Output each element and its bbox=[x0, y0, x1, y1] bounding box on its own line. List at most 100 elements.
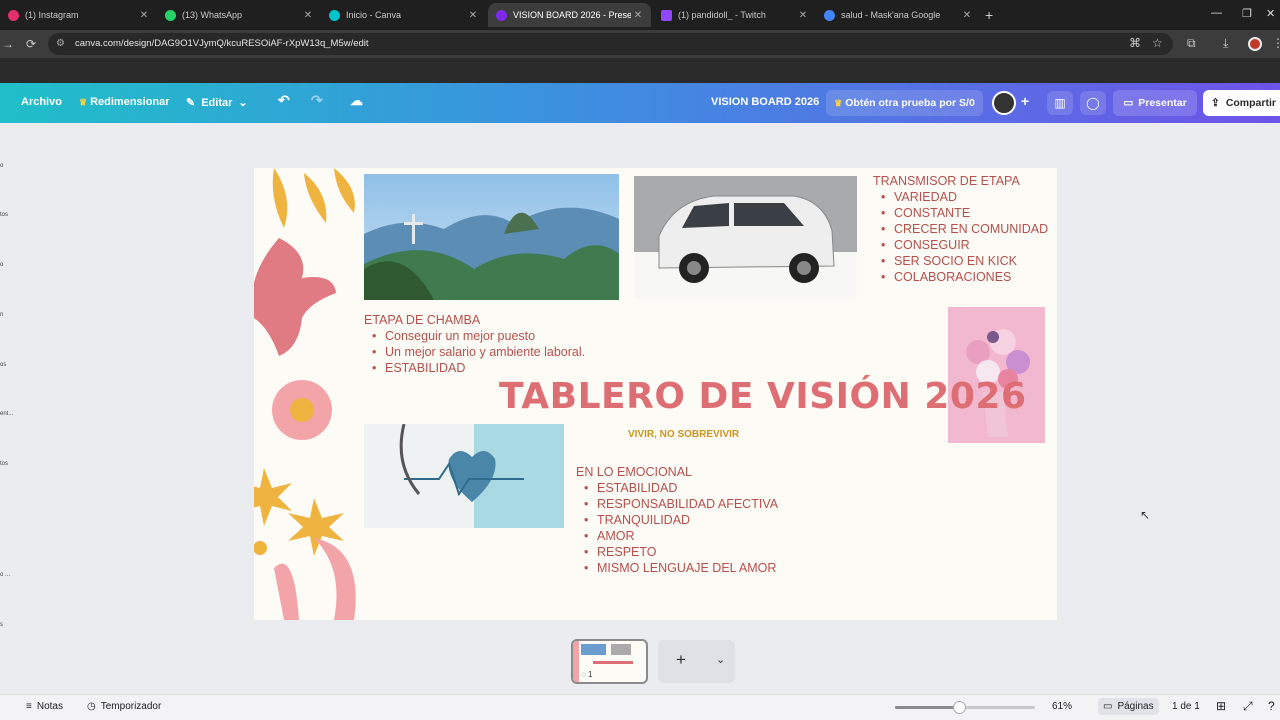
temporizador-label: Temporizador bbox=[100, 701, 162, 712]
slide-canvas[interactable]: TRANSMISOR DE ETAPA VARIEDAD CONSTANTE C… bbox=[254, 168, 1057, 620]
temporizador-button[interactable]: ◷ Temporizador bbox=[87, 701, 161, 712]
side-panel-label[interactable]: os bbox=[0, 362, 6, 368]
zoom-slider[interactable] bbox=[895, 701, 1035, 714]
side-panel-label[interactable]: o bbox=[0, 163, 3, 169]
browser-tab-bar: (1) Instagram ✕ (13) WhatsApp ✕ Inicio -… bbox=[0, 0, 1280, 30]
twitch-icon bbox=[661, 9, 672, 21]
notes-icon: ≡ bbox=[26, 701, 32, 712]
close-tab-icon[interactable]: ✕ bbox=[466, 10, 480, 21]
chevron-down-icon[interactable]: ⌄ bbox=[716, 653, 725, 666]
tab-vision-board[interactable]: VISION BOARD 2026 - Presenta ✕ bbox=[488, 3, 651, 27]
close-tab-icon[interactable]: ✕ bbox=[631, 10, 645, 21]
reload-icon[interactable]: ⟳ bbox=[26, 37, 36, 51]
share-button[interactable]: ⇪ Compartir bbox=[1203, 90, 1280, 116]
tab-instagram[interactable]: (1) Instagram ✕ bbox=[0, 3, 157, 27]
side-panel-label[interactable]: o bbox=[0, 262, 3, 268]
restore-icon[interactable]: ❐ bbox=[1242, 7, 1252, 20]
side-panel-label[interactable]: n bbox=[0, 312, 3, 318]
address-bar[interactable]: ⚙ canva.com/design/DAG9O1VJymQ/kcuRESOiA… bbox=[48, 33, 1173, 55]
comment-count-value: 1 bbox=[588, 670, 593, 679]
user-avatar[interactable] bbox=[992, 91, 1016, 115]
grid-view-icon[interactable]: ⊞ bbox=[1216, 699, 1226, 713]
share-icon: ⇪ bbox=[1211, 97, 1220, 109]
pages-icon: ▭ bbox=[1103, 701, 1113, 712]
browser-toolbar: → ⟳ ⚙ canva.com/design/DAG9O1VJymQ/kcuRE… bbox=[0, 30, 1280, 58]
list-item: CRECER EN COMUNIDAD bbox=[873, 221, 1057, 237]
tab-inicio-canva[interactable]: Inicio - Canva ✕ bbox=[321, 3, 486, 27]
translate-icon[interactable]: ⌘ bbox=[1129, 36, 1141, 50]
tab-title: VISION BOARD 2026 - Presenta bbox=[513, 10, 631, 20]
fullscreen-icon[interactable]: ⤢ bbox=[1243, 699, 1253, 714]
mouse-cursor-icon: ↖ bbox=[1140, 508, 1151, 522]
tab-whatsapp[interactable]: (13) WhatsApp ✕ bbox=[157, 3, 321, 27]
list-item: TRANQUILIDAD bbox=[576, 512, 806, 528]
cloud-save-icon[interactable]: ☁ bbox=[350, 93, 363, 109]
close-tab-icon[interactable]: ✕ bbox=[796, 10, 810, 21]
present-button[interactable]: ▭ Presentar bbox=[1113, 90, 1197, 116]
side-panel-label[interactable]: ent... bbox=[0, 411, 13, 417]
tab-google[interactable]: salud - Mask'ana Google ✕ bbox=[816, 3, 980, 27]
bookmark-star-icon[interactable]: ☆ bbox=[1152, 36, 1163, 50]
analytics-icon[interactable]: ▥ bbox=[1047, 91, 1073, 115]
editor-footer: ≡ Notas ◷ Temporizador 61% ▭ Páginas 1 de 1… bbox=[0, 694, 1280, 720]
archivo-menu[interactable]: Archivo bbox=[21, 96, 62, 108]
design-title[interactable]: VISION BOARD 2026 bbox=[711, 96, 819, 108]
page-count: 1 de 1 bbox=[1172, 701, 1200, 712]
extensions-icon[interactable]: ⧉ bbox=[1187, 36, 1196, 51]
emocional-section[interactable]: EN LO EMOCIONAL ESTABILIDAD RESPONSABILI… bbox=[576, 464, 806, 576]
share-label: Compartir bbox=[1225, 97, 1276, 109]
slide-title[interactable]: TABLERO DE VISIÓN 2026 bbox=[499, 376, 1027, 417]
emocional-list: ESTABILIDAD RESPONSABILIDAD AFECTIVA TRA… bbox=[576, 480, 806, 576]
close-tab-icon[interactable]: ✕ bbox=[137, 10, 151, 21]
list-item: COLABORACIONES bbox=[873, 269, 1057, 285]
transmisor-heading: TRANSMISOR DE ETAPA bbox=[873, 174, 1020, 188]
close-tab-icon[interactable]: ✕ bbox=[301, 10, 315, 21]
side-panel-label[interactable]: s bbox=[0, 622, 3, 628]
close-window-icon[interactable]: ✕ bbox=[1266, 7, 1275, 20]
emocional-heading: EN LO EMOCIONAL bbox=[576, 465, 692, 479]
paginas-button[interactable]: ▭ Páginas bbox=[1098, 698, 1159, 715]
zoom-slider-handle[interactable] bbox=[953, 701, 966, 714]
side-panel-label[interactable]: tos bbox=[0, 212, 8, 218]
add-page-group: + ⌄ bbox=[658, 640, 735, 683]
timer-icon: ◷ bbox=[87, 701, 96, 712]
list-item: VARIEDAD bbox=[873, 189, 1057, 205]
new-tab-button[interactable]: + bbox=[985, 7, 993, 23]
google-icon bbox=[824, 9, 835, 21]
side-panel-label[interactable]: tos bbox=[0, 461, 8, 467]
site-info-icon[interactable]: ⚙ bbox=[56, 38, 65, 49]
tab-twitch[interactable]: (1) pandidoll_ - Twitch ✕ bbox=[653, 3, 816, 27]
add-collaborator-icon[interactable]: + bbox=[1021, 93, 1029, 109]
zoom-value[interactable]: 61% bbox=[1052, 701, 1072, 712]
list-item: SER SOCIO EN KICK bbox=[873, 253, 1057, 269]
profile-avatar[interactable] bbox=[1248, 37, 1262, 51]
browser-content-top bbox=[0, 58, 1280, 83]
comment-icon[interactable]: ◯ bbox=[1080, 91, 1106, 115]
notas-button[interactable]: ≡ Notas bbox=[26, 701, 63, 712]
url-text: canva.com/design/DAG9O1VJymQ/kcuRESOiAF-… bbox=[75, 38, 369, 49]
side-panel-label[interactable]: o ... bbox=[0, 572, 10, 578]
close-tab-icon[interactable]: ✕ bbox=[960, 10, 974, 21]
help-icon[interactable]: ? bbox=[1268, 699, 1275, 713]
list-item: ESTABILIDAD bbox=[576, 480, 806, 496]
trial-button[interactable]: ♛ Obtén otra prueba por S/0 bbox=[826, 90, 983, 116]
paginas-label: Páginas bbox=[1117, 701, 1154, 712]
chamba-heading: ETAPA DE CHAMBA bbox=[364, 313, 481, 327]
editar-menu[interactable]: ✎ Editar ⌄ bbox=[186, 96, 248, 109]
redo-icon[interactable]: ↷ bbox=[311, 92, 323, 109]
add-page-icon[interactable]: + bbox=[676, 650, 686, 670]
transmisor-section[interactable]: TRANSMISOR DE ETAPA VARIEDAD CONSTANTE C… bbox=[873, 173, 1057, 285]
forward-icon[interactable]: → bbox=[2, 37, 14, 51]
list-item: Conseguir un mejor puesto bbox=[364, 328, 614, 344]
minimize-icon[interactable]: — bbox=[1211, 7, 1222, 19]
floral-decoration bbox=[254, 168, 356, 620]
page-thumbnail[interactable]: ◌ 1 bbox=[571, 639, 648, 684]
chamba-section[interactable]: ETAPA DE CHAMBA Conseguir un mejor puest… bbox=[364, 312, 614, 376]
slide-subtitle[interactable]: VIVIR, NO SOBREVIVIR bbox=[628, 429, 739, 440]
download-icon[interactable]: ⤓ bbox=[1223, 36, 1228, 51]
flower-bouquet-photo bbox=[948, 307, 1045, 443]
redimensionar-button[interactable]: ♛ Redimensionar bbox=[79, 96, 170, 108]
undo-icon[interactable]: ↶ bbox=[278, 92, 290, 109]
menu-icon[interactable]: ⋮ bbox=[1272, 36, 1280, 50]
heart-health-photo bbox=[364, 424, 564, 528]
